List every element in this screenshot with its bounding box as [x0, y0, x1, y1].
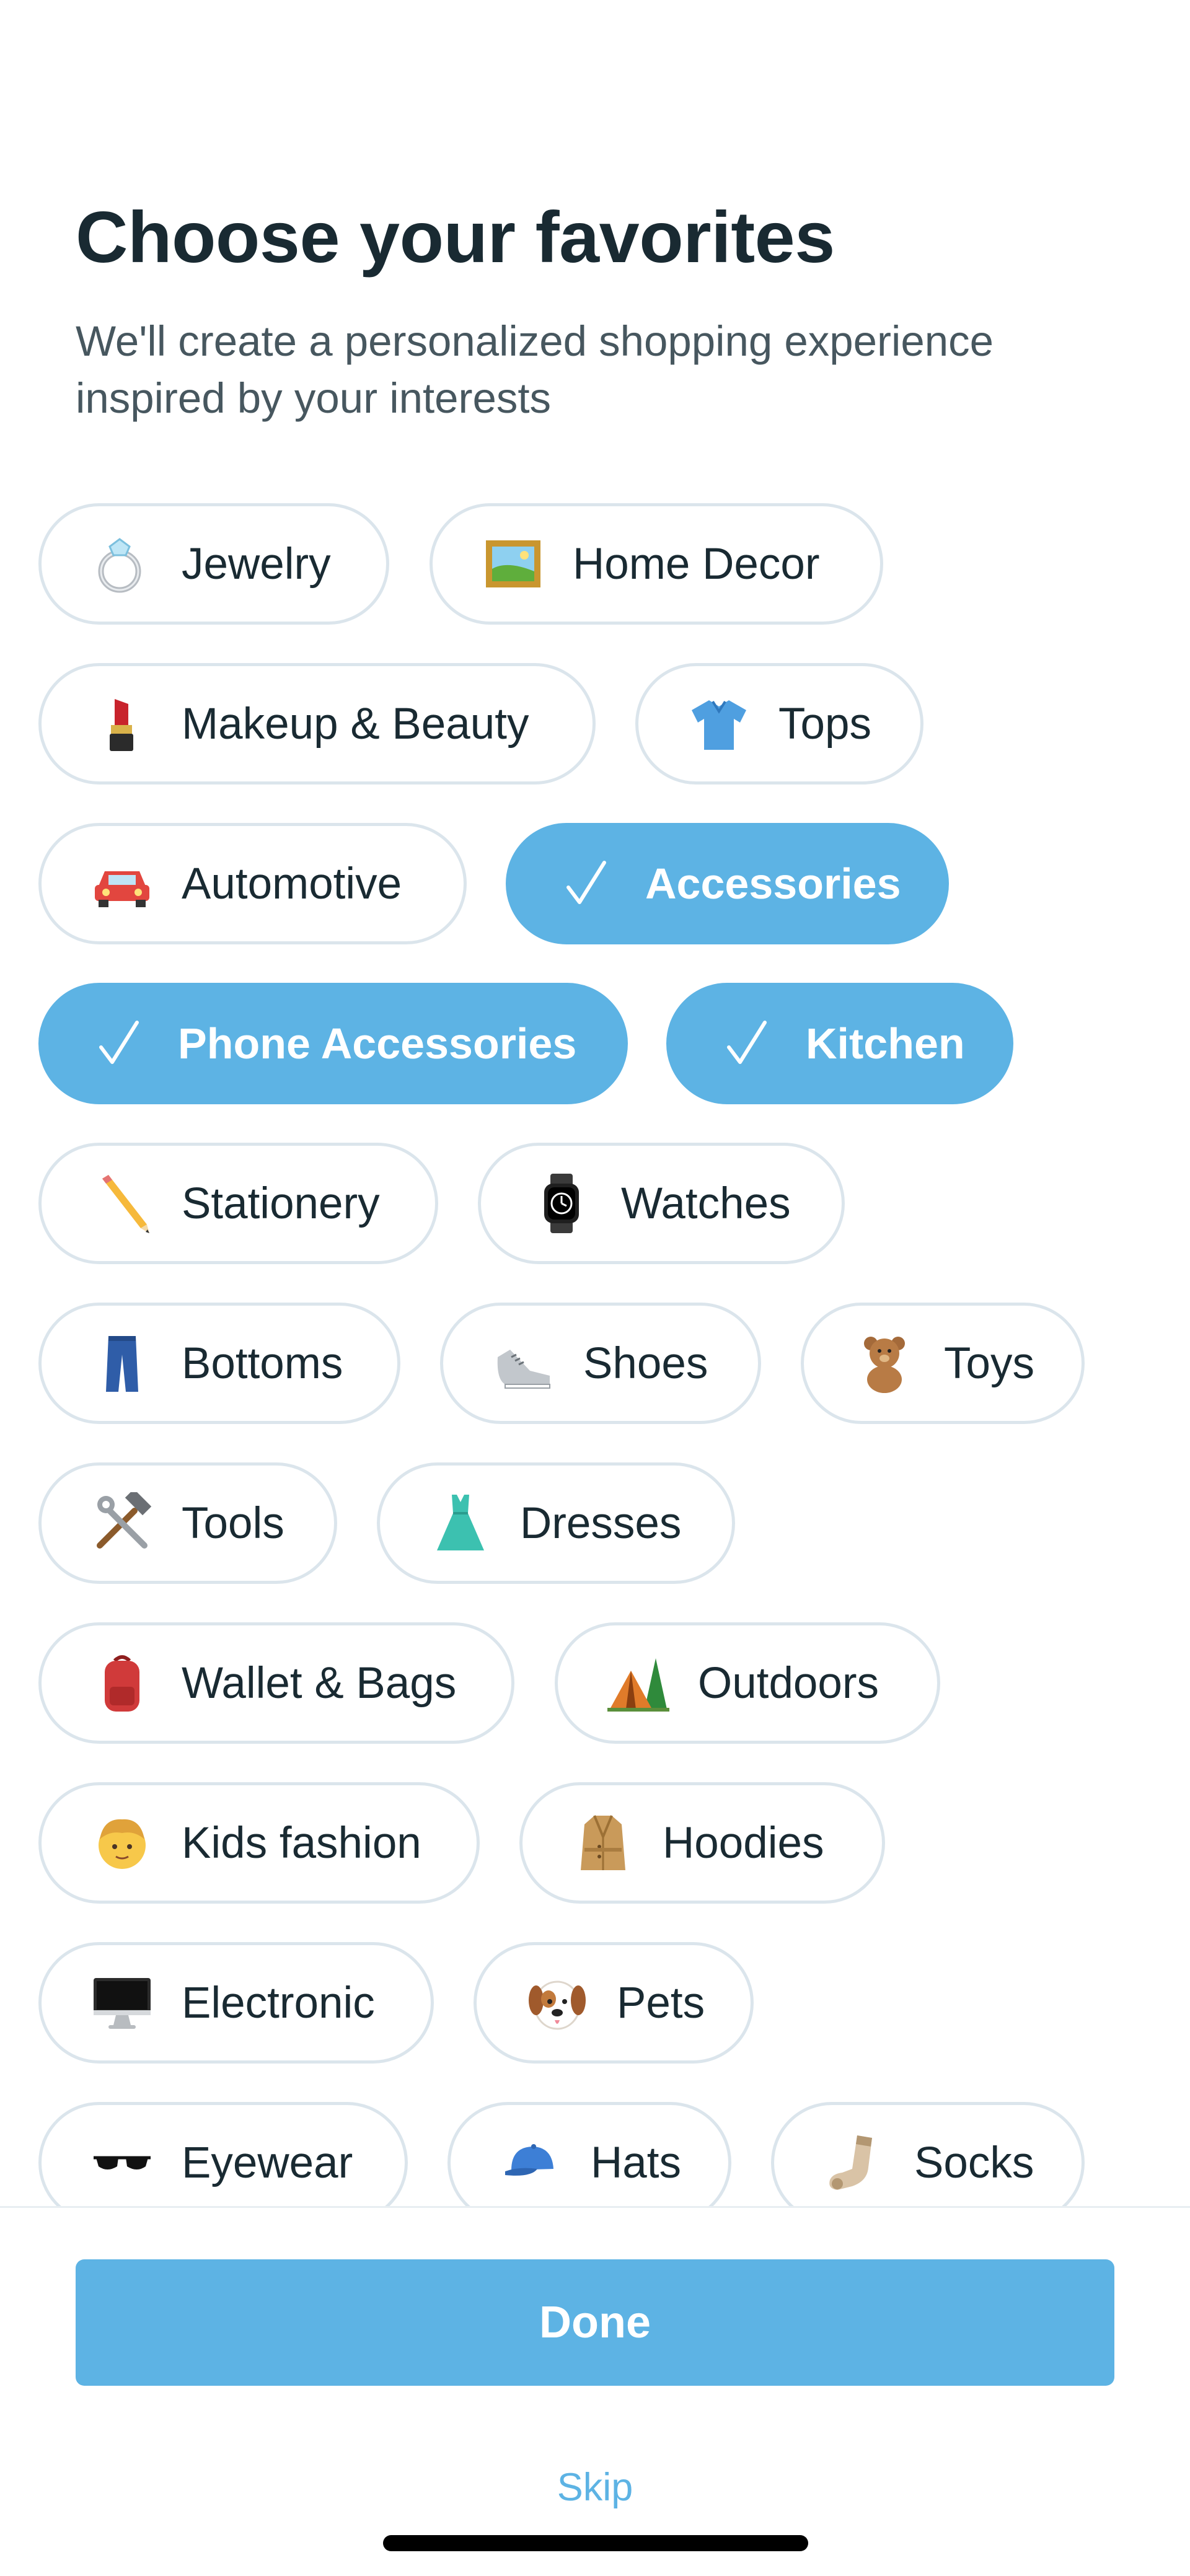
- category-label: Outdoors: [698, 1658, 879, 1708]
- pencil-icon: [91, 1172, 153, 1234]
- sneaker-icon: [493, 1332, 555, 1394]
- category-label: Stationery: [182, 1179, 380, 1228]
- ring-icon: [91, 533, 153, 595]
- category-label: Kitchen: [806, 1019, 965, 1068]
- category-pill-toys[interactable]: Toys: [801, 1303, 1085, 1424]
- checkmark-icon: [97, 1019, 141, 1068]
- category-pill-outdoors[interactable]: Outdoors: [555, 1622, 940, 1744]
- category-pill-kitchen[interactable]: Kitchen: [666, 983, 1013, 1104]
- dog-icon: [526, 1972, 588, 2034]
- boy-icon: [91, 1812, 153, 1874]
- category-label: Makeup & Beauty: [182, 699, 529, 749]
- page-subtitle: We'll create a personalized shopping exp…: [76, 317, 994, 422]
- category-label: Phone Accessories: [178, 1019, 577, 1068]
- category-label: Tops: [778, 699, 871, 749]
- category-pill-watches[interactable]: Watches: [478, 1143, 845, 1264]
- category-label: Shoes: [583, 1339, 708, 1388]
- sunglasses-icon: [91, 2132, 153, 2194]
- hammer-wrench-icon: [91, 1492, 153, 1554]
- skip-link[interactable]: Skip: [0, 2465, 1190, 2510]
- shirt-icon: [688, 693, 750, 755]
- backpack-icon: [91, 1652, 153, 1714]
- car-icon: [91, 853, 153, 915]
- category-label: Tools: [182, 1498, 284, 1548]
- category-label: Kids fashion: [182, 1818, 421, 1868]
- category-pill-pets[interactable]: Pets: [474, 1942, 754, 2064]
- category-pill-tools[interactable]: Tools: [38, 1462, 337, 1584]
- category-label: Accessories: [645, 859, 901, 908]
- category-pill-shoes[interactable]: Shoes: [440, 1303, 761, 1424]
- category-pill-home-decor[interactable]: Home Decor: [430, 503, 883, 625]
- category-pill-stationery[interactable]: Stationery: [38, 1143, 438, 1264]
- category-pill-phone-accessories[interactable]: Phone Accessories: [38, 983, 628, 1104]
- category-label: Bottoms: [182, 1339, 343, 1388]
- category-pill-wallet-bags[interactable]: Wallet & Bags: [38, 1622, 514, 1744]
- category-pill-accessories[interactable]: Accessories: [506, 823, 949, 944]
- category-pill-socks[interactable]: Socks: [771, 2102, 1085, 2206]
- page-title: Choose your favorites: [76, 196, 835, 278]
- category-label: Home Decor: [573, 539, 820, 589]
- category-label: Hats: [591, 2138, 681, 2187]
- category-pill-hoodies[interactable]: Hoodies: [519, 1782, 885, 1904]
- category-pill-hats[interactable]: Hats: [447, 2102, 731, 2206]
- framed-picture-icon: [482, 533, 544, 595]
- category-label: Wallet & Bags: [182, 1658, 457, 1708]
- checkmark-icon: [565, 859, 608, 908]
- category-label: Electronic: [182, 1978, 375, 2028]
- category-pill-makeup-beauty[interactable]: Makeup & Beauty: [38, 663, 596, 785]
- category-pill-jewelry[interactable]: Jewelry: [38, 503, 389, 625]
- category-label: Dresses: [520, 1498, 682, 1548]
- jeans-icon: [91, 1332, 153, 1394]
- teddy-bear-icon: [853, 1332, 915, 1394]
- category-pill-eyewear[interactable]: Eyewear: [38, 2102, 408, 2206]
- dress-icon: [430, 1492, 491, 1554]
- category-pill-automotive[interactable]: Automotive: [38, 823, 467, 944]
- lipstick-icon: [91, 693, 153, 755]
- category-label: Jewelry: [182, 539, 331, 589]
- home-indicator: [383, 2535, 808, 2551]
- category-pill-electronic[interactable]: Electronic: [38, 1942, 434, 2064]
- category-pill-bottoms[interactable]: Bottoms: [38, 1303, 400, 1424]
- coat-icon: [572, 1812, 634, 1874]
- category-label: Pets: [617, 1978, 705, 2028]
- category-pill-dresses[interactable]: Dresses: [377, 1462, 735, 1584]
- category-label: Eyewear: [182, 2138, 353, 2187]
- category-label: Socks: [914, 2138, 1034, 2187]
- desktop-computer-icon: [91, 1972, 153, 2034]
- category-list: Jewelry Home Decor Makeup & Beauty Tops: [0, 503, 1190, 2206]
- category-label: Automotive: [182, 859, 402, 908]
- checkmark-icon: [725, 1019, 769, 1068]
- watch-icon: [531, 1172, 593, 1234]
- tent-icon: [607, 1652, 669, 1714]
- cap-icon: [500, 2132, 562, 2194]
- done-button[interactable]: Done: [76, 2259, 1114, 2386]
- footer: Done Skip: [0, 2208, 1190, 2576]
- category-pill-tops[interactable]: Tops: [635, 663, 923, 785]
- category-pill-kids-fashion[interactable]: Kids fashion: [38, 1782, 480, 1904]
- category-label: Toys: [944, 1339, 1034, 1388]
- category-label: Watches: [621, 1179, 791, 1228]
- category-label: Hoodies: [663, 1818, 824, 1868]
- sock-icon: [824, 2132, 886, 2194]
